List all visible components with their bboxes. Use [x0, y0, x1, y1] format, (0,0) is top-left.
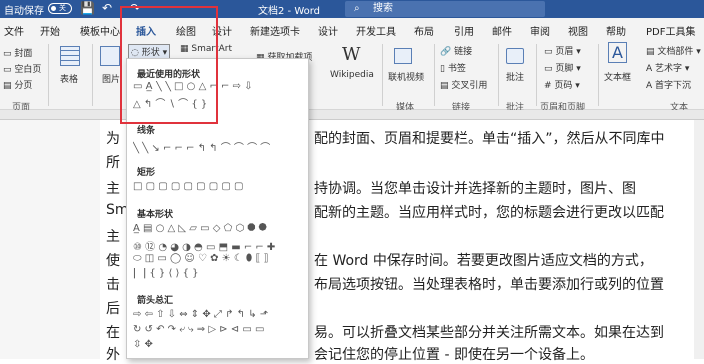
doc-line: 易。可以折叠文档某些部分并关注所需文本。如果在达到	[314, 325, 664, 341]
table-button-label[interactable]: 表格	[60, 72, 78, 85]
doc-line: 布局选项按钮。当处理表格时，单击要添加行或列的位置	[314, 277, 664, 293]
page-number-button[interactable]: # 页码 ▾	[544, 78, 580, 91]
tab-layout[interactable]: 布局	[414, 23, 434, 38]
tab-review[interactable]: 审阅	[530, 23, 550, 38]
group-divider	[598, 44, 599, 106]
doc-line: 配新的主题。当应用样式时，您的标题会进行更改以匹配	[314, 205, 664, 221]
tab-new-tab[interactable]: 新建选项卡	[250, 23, 300, 38]
tab-mailings[interactable]: 邮件	[492, 23, 512, 38]
undo-icon[interactable]: ↶	[102, 1, 112, 15]
doc-line: 会记住您的停止位置 - 即使在另一个设备上。	[314, 347, 594, 363]
doc-line: 后	[106, 301, 120, 317]
doc-line: 外	[106, 347, 120, 363]
tab-design-2[interactable]: 设计	[318, 23, 338, 38]
cover-page-button[interactable]: ▭ 封面	[3, 46, 32, 59]
search-label: 搜索	[373, 3, 393, 14]
vertical-scrollbar[interactable]	[694, 120, 704, 359]
group-divider	[536, 44, 537, 106]
tab-view[interactable]: 视图	[568, 23, 588, 38]
search-icon: ⌕	[354, 3, 360, 14]
online-video-button-label[interactable]: 联机视频	[388, 70, 424, 83]
blank-page-button[interactable]: ▭ 空白页	[3, 62, 41, 75]
table-icon[interactable]	[60, 46, 80, 66]
block-arrows-row[interactable]: ⇨ ⇦ ⇧ ⇩ ⇔ ⇕ ✥ ⤢ ↱ ↰ ↳ ⬏	[133, 309, 305, 320]
group-divider	[48, 44, 49, 106]
horizontal-ruler[interactable]	[0, 110, 704, 120]
ribbon-tabs: 文件 开始 模板中心 插入 绘图 设计 新建选项卡 设计 开发工具 布局 引用 …	[0, 18, 704, 43]
comment-icon[interactable]	[506, 48, 524, 64]
video-icon[interactable]	[394, 48, 412, 64]
block-arrows-row[interactable]: ⇳ ✥	[133, 339, 305, 350]
doc-line: 在	[106, 325, 120, 341]
drop-cap-button[interactable]: A 首字下沉	[646, 78, 691, 91]
doc-line: 持协调。当您单击设计并选择新的主题时，图片、图	[314, 181, 636, 197]
rectangles-shapes-row[interactable]: □ ▢ ▢ ▢ ▢ ▢ ▢ ▢ ▢	[133, 181, 305, 192]
tab-help[interactable]: 帮助	[606, 23, 626, 38]
lines-heading: 线条	[137, 126, 156, 136]
page-margin	[0, 120, 100, 359]
doc-line: 在 Word 中保存时间。若要更改图片适应文档的方式，	[314, 253, 653, 269]
doc-line: 使	[106, 253, 120, 269]
basic-shapes-row[interactable]: ⑩ ⑫ ◔ ◕ ◑ ◓ ▭ ⬒ ▬ ⌐ ⌐ ✚	[133, 238, 305, 253]
basic-shapes-row[interactable]: ⎡ ⎤ { } ⟨ ⟩ { }	[133, 268, 305, 279]
tab-file[interactable]: 文件	[4, 23, 24, 38]
tab-template-center[interactable]: 模板中心	[80, 23, 120, 38]
cross-reference-button[interactable]: ▤ 交叉引用	[440, 78, 487, 91]
doc-line: 所	[106, 155, 120, 171]
bookmark-button[interactable]: ▯ 书签	[440, 61, 466, 74]
doc-line: 主	[106, 229, 120, 245]
ribbon: ▭ 封面 ▭ 空白页 ▤ 分页 页面 表格 图片 ◌ 形状 ▾ ▦ SmartA…	[0, 40, 704, 113]
highlight-box	[120, 6, 218, 124]
header-button[interactable]: ▭ 页眉 ▾	[544, 44, 581, 57]
page-break-button[interactable]: ▤ 分页	[3, 78, 32, 91]
quick-parts-button[interactable]: ▤ 文档部件 ▾	[646, 44, 701, 57]
basic-shapes-row[interactable]: A̲ ▤ ○ △ ◺ ▱ ▭ ◇ ⬠ ⬡ ⯃ ⯄	[133, 223, 305, 234]
document-title: 文档2 - Word	[258, 6, 321, 17]
footer-button[interactable]: ▭ 页脚 ▾	[544, 61, 581, 74]
tab-developer[interactable]: 开发工具	[356, 23, 396, 38]
rectangles-heading: 矩形	[137, 168, 156, 178]
wikipedia-icon[interactable]: W	[342, 44, 361, 65]
save-icon[interactable]: 💾	[80, 1, 95, 15]
wikipedia-button-label[interactable]: Wikipedia	[330, 70, 374, 80]
doc-line: 主	[106, 181, 120, 197]
link-button[interactable]: 🔗 链接	[440, 44, 472, 57]
doc-line: 为	[106, 131, 120, 147]
basic-shapes-row[interactable]: ⬭ ◫ ▭ ◯ ☺ ♡ ✿ ☀ ☾ ⬮ ⟦ ⟧	[133, 253, 305, 264]
comment-button-label[interactable]: 批注	[506, 70, 524, 83]
wordart-button[interactable]: A 艺术字 ▾	[646, 61, 689, 74]
autosave-label: 自动保存	[4, 6, 44, 17]
group-divider	[92, 44, 93, 106]
lines-shapes-row[interactable]: ╲ ╲ ↘ ⌐ ⌐ ⌐ ↰ ↰ ⌒ ⌒ ⌒ ⌒	[133, 139, 305, 154]
picture-icon[interactable]	[100, 46, 120, 66]
textbox-icon[interactable]: A	[608, 42, 627, 63]
group-divider	[498, 44, 499, 106]
doc-line: 击	[106, 277, 120, 293]
autosave-toggle[interactable]: 关	[48, 3, 72, 14]
picture-button-label[interactable]: 图片	[102, 72, 120, 85]
group-divider	[382, 44, 383, 106]
block-arrows-row[interactable]: ↻ ↺ ↶ ↷ ⤶ ⤷ ⇒ ▷ ⊳ ⊲ ▭ ▭	[133, 324, 305, 335]
search-box[interactable]: ⌕ 搜索	[345, 1, 545, 17]
tab-home[interactable]: 开始	[40, 23, 60, 38]
tab-pdf-tools[interactable]: PDF工具集	[646, 23, 695, 38]
block-arrows-heading: 箭头总汇	[137, 296, 174, 306]
doc-line: 配的封面、页眉和提要栏。单击“插入”，然后从不同库中	[314, 131, 665, 147]
textbox-button-label[interactable]: 文本框	[604, 70, 631, 83]
group-divider	[434, 44, 435, 106]
basic-shapes-heading: 基本形状	[137, 210, 174, 220]
tab-references[interactable]: 引用	[454, 23, 474, 38]
title-bar: 自动保存 关 💾 ↶ ↷ 文档2 - Word ⌕ 搜索	[0, 0, 704, 18]
